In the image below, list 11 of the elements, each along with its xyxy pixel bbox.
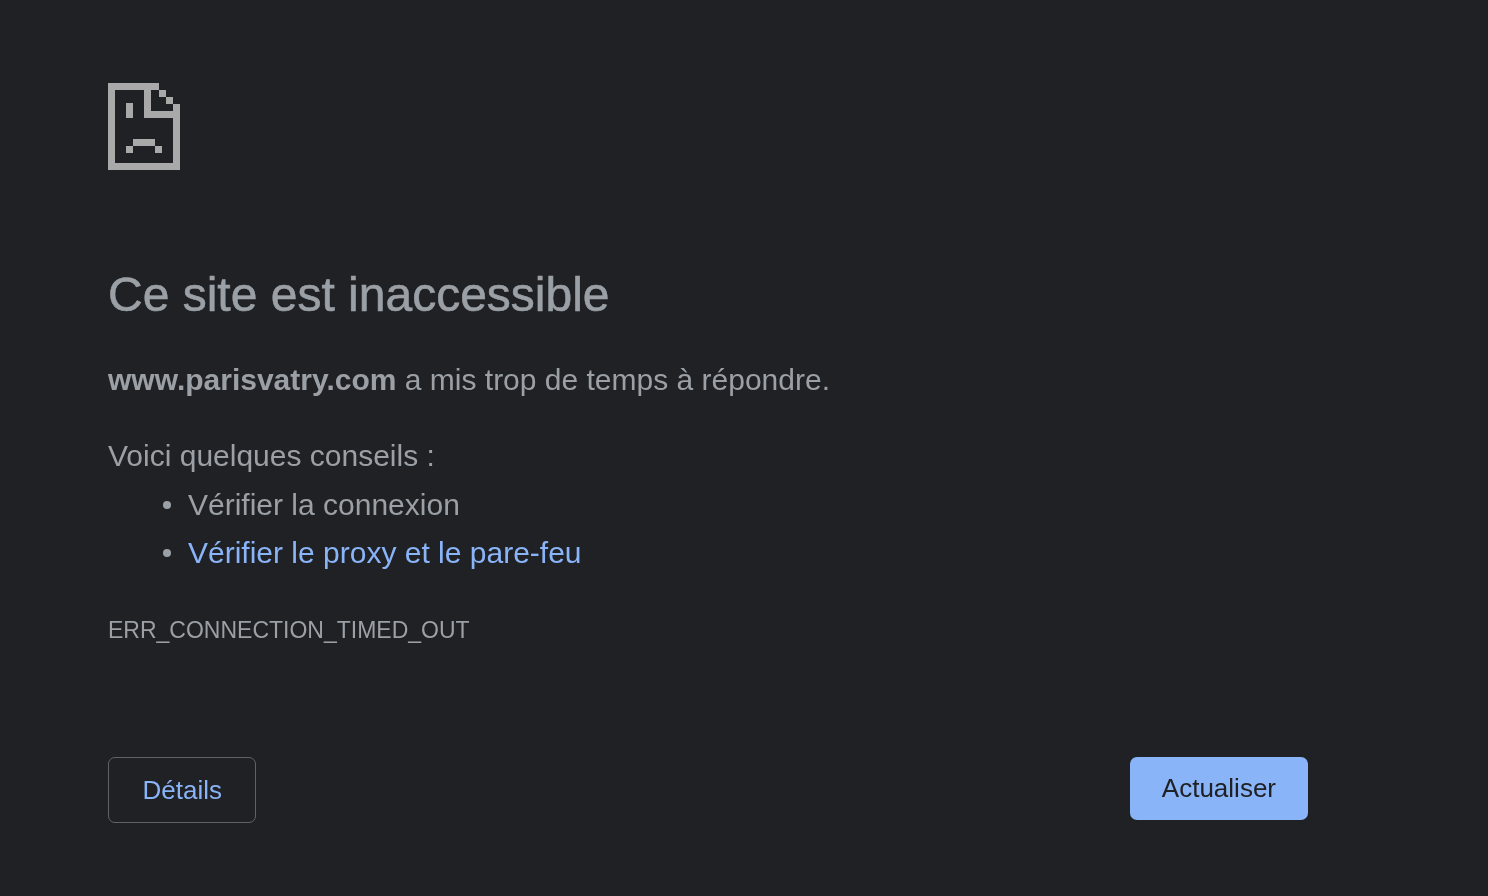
tip-link[interactable]: Vérifier le proxy et le pare-feu [188,528,582,577]
error-code: ERR_CONNECTION_TIMED_OUT [108,617,470,645]
filled-button[interactable]: Actualiser [1129,756,1308,820]
sad-page-icon [108,83,180,170]
bullet-icon [163,500,171,509]
tips-intro: Voici quelques conseils : [108,437,435,474]
page-heading: Ce site est inaccessible [108,267,610,323]
outline-button[interactable]: Détails [108,756,257,823]
tip-text: Vérifier la connexion [188,486,460,523]
error-message: www.parisvatry.com a mis trop de temps à répondre. [108,361,830,398]
bullet-icon [163,548,171,557]
